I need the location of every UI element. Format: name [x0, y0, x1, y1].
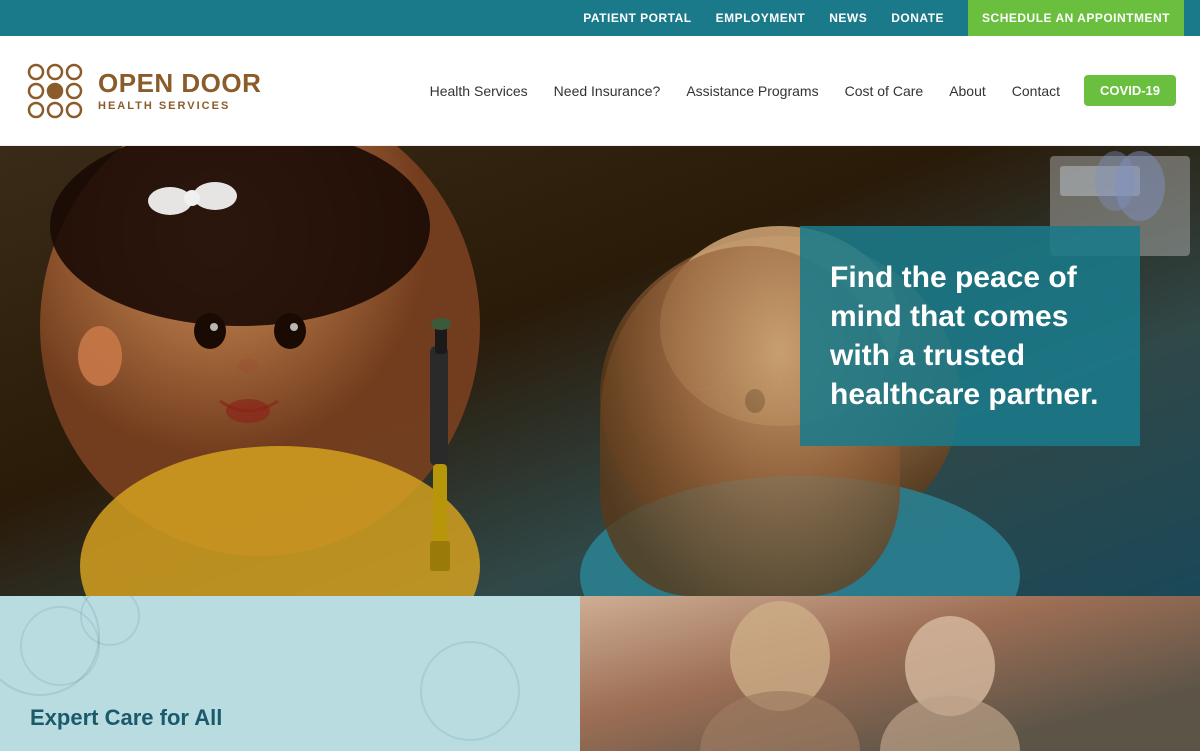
hero-text-overlay: Find the peace of mind that comes with a…	[800, 226, 1140, 446]
nav-contact[interactable]: Contact	[1002, 77, 1070, 105]
deco-circle-4	[420, 641, 520, 741]
main-nav: Health Services Need Insurance? Assistan…	[420, 75, 1176, 106]
hero-section: Find the peace of mind that comes with a…	[0, 146, 1200, 596]
hero-headline: Find the peace of mind that comes with a…	[830, 258, 1110, 414]
donate-link[interactable]: DONATE	[891, 11, 944, 25]
bottom-left-card: Expert Care for All	[0, 596, 580, 751]
logo-area[interactable]: OPEN DOOR HEALTH SERVICES	[24, 60, 261, 122]
nav-cost-of-care[interactable]: Cost of Care	[835, 77, 934, 105]
nav-need-insurance[interactable]: Need Insurance?	[544, 77, 671, 105]
covid-button[interactable]: COVID-19	[1084, 75, 1176, 106]
nav-assistance-programs[interactable]: Assistance Programs	[676, 77, 828, 105]
logo-subtitle: HEALTH SERVICES	[98, 100, 261, 112]
bottom-image-bg	[580, 596, 1200, 751]
logo-text: OPEN DOOR HEALTH SERVICES	[98, 69, 261, 112]
bottom-section: Expert Care for All	[0, 596, 1200, 751]
news-link[interactable]: NEWS	[829, 11, 867, 25]
employment-link[interactable]: EMPLOYMENT	[716, 11, 806, 25]
patient-portal-link[interactable]: PATIENT PORTAL	[583, 11, 691, 25]
nav-health-services[interactable]: Health Services	[420, 77, 538, 105]
schedule-appointment-button[interactable]: SCHEDULE AN APPOINTMENT	[968, 0, 1184, 36]
top-bar: PATIENT PORTAL EMPLOYMENT NEWS DONATE SC…	[0, 0, 1200, 36]
logo-icon	[24, 60, 86, 122]
logo-name: OPEN DOOR	[98, 69, 261, 98]
nav-about[interactable]: About	[939, 77, 996, 105]
bottom-right-image	[580, 596, 1200, 751]
header: OPEN DOOR HEALTH SERVICES Health Service…	[0, 36, 1200, 146]
